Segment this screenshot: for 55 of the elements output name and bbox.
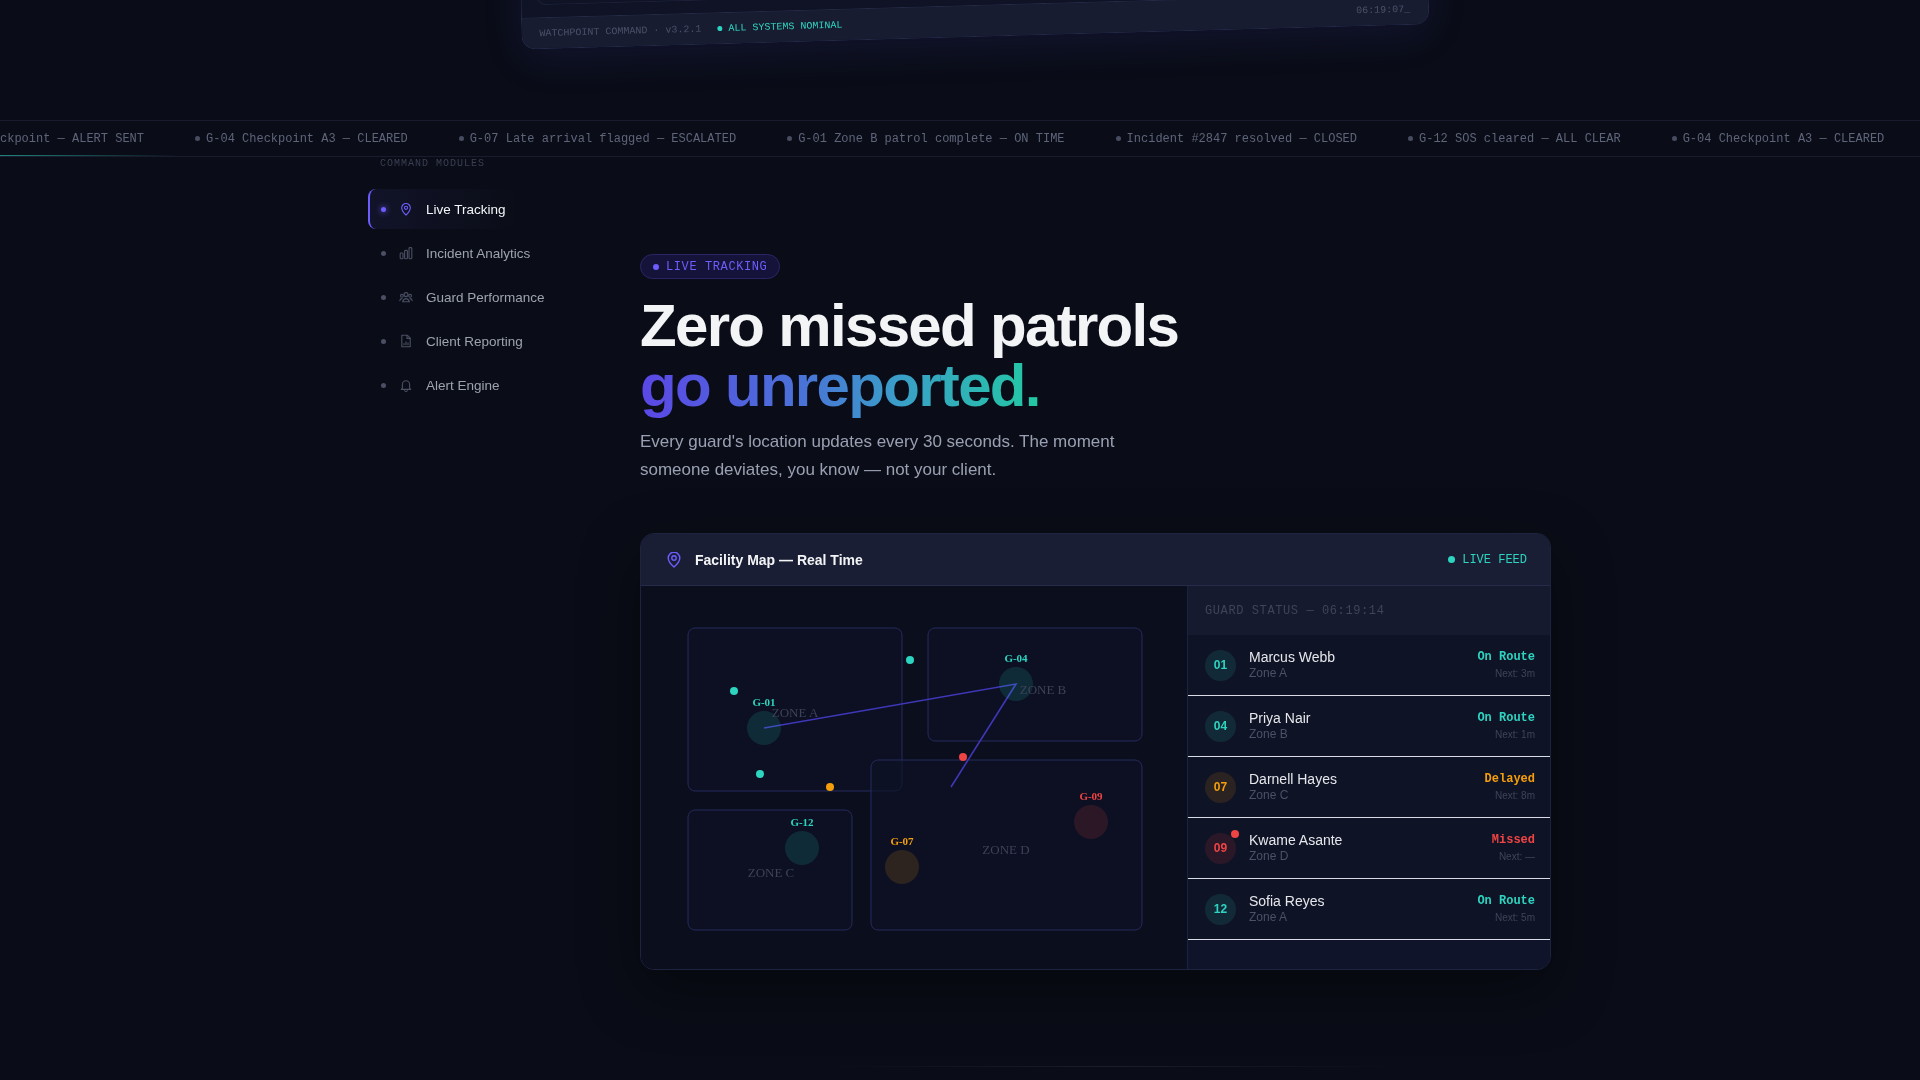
guard-marker-label: G-01 bbox=[752, 696, 776, 708]
guard-number: 09 bbox=[1205, 832, 1236, 864]
system-status: ALL SYSTEMS NOMINAL bbox=[728, 19, 843, 34]
marker-circle-icon bbox=[785, 831, 819, 865]
guard-number: 12 bbox=[1205, 893, 1236, 925]
guard-marker-label: G-12 bbox=[790, 816, 814, 828]
feed-status: LIVE FEED bbox=[1462, 552, 1527, 567]
guard-status: On Route bbox=[1477, 711, 1535, 726]
guard-zone: Zone A bbox=[1249, 666, 1289, 681]
document-icon bbox=[399, 334, 413, 348]
ticker-message: G-04 Checkpoint A3 — CLEARED bbox=[1682, 131, 1885, 146]
sidebar-item[interactable]: Client Reporting bbox=[368, 321, 537, 361]
guard-status: Missed bbox=[1491, 833, 1535, 848]
ticker-message: ckpoint — ALERT SENT bbox=[0, 131, 145, 146]
ticker-message: Incident #2847 resolved — CLOSED bbox=[1126, 131, 1357, 146]
people-icon bbox=[399, 290, 413, 304]
guard-name: Kwame Asante bbox=[1249, 832, 1344, 849]
guard-marker-label: G-07 bbox=[890, 835, 914, 847]
guard-number: 07 bbox=[1205, 771, 1236, 803]
guard-number: 04 bbox=[1205, 710, 1236, 742]
ticker-message: G-12 SOS cleared — ALL CLEAR bbox=[1419, 131, 1621, 146]
bar-chart-icon bbox=[399, 246, 413, 260]
description: Every guard's location updates every 30 seconds. The moment someone deviates, you know — not your client. bbox=[640, 431, 1116, 481]
bell-icon bbox=[399, 378, 413, 392]
guard-marker-label: G-09 bbox=[1079, 790, 1103, 802]
ticker-message: G-01 Zone B patrol complete — ON TIME bbox=[798, 131, 1065, 146]
sidebar-item[interactable]: Incident Analytics bbox=[368, 233, 545, 273]
guard-marker-label: G-04 bbox=[1004, 652, 1028, 664]
section-badge: LIVE TRACKING bbox=[640, 254, 781, 279]
guard-status: On Route bbox=[1477, 650, 1535, 665]
status-dot-icon bbox=[717, 25, 723, 31]
guard-zone: Zone C bbox=[1249, 788, 1290, 803]
ticker-message: G-07 Late arrival flagged — ESCALATED bbox=[469, 131, 737, 146]
status-dot-icon bbox=[653, 263, 659, 270]
guard-name: Priya Nair bbox=[1249, 710, 1312, 727]
guard-number: 01 bbox=[1205, 649, 1236, 681]
sidebar-item[interactable]: Alert Engine bbox=[368, 365, 514, 405]
guard-name: Sofia Reyes bbox=[1249, 893, 1326, 910]
panel-title: Facility Map — Real Time bbox=[695, 551, 863, 568]
sidebar-item[interactable]: Guard Performance bbox=[368, 277, 559, 317]
location-pin-icon bbox=[667, 551, 681, 568]
marker-circle-icon bbox=[1074, 805, 1108, 839]
guard-name: Marcus Webb bbox=[1249, 649, 1337, 666]
guard-zone: Zone B bbox=[1249, 727, 1289, 742]
headline: Zero missed patrols go unreported. bbox=[640, 296, 1180, 416]
guard-zone: Zone A bbox=[1249, 910, 1289, 925]
guard-zone: Zone D bbox=[1249, 849, 1290, 864]
sidebar-heading: COMMAND MODULES bbox=[379, 158, 485, 170]
marker-circle-icon bbox=[885, 850, 919, 884]
location-pin-icon bbox=[399, 202, 413, 216]
ticker-message: G-04 Checkpoint A3 — CLEARED bbox=[206, 131, 408, 146]
guard-status: On Route bbox=[1477, 894, 1535, 909]
live-dot-icon bbox=[1448, 556, 1456, 563]
guard-name: Darnell Hayes bbox=[1249, 771, 1338, 788]
guard-status: Delayed bbox=[1484, 772, 1535, 787]
